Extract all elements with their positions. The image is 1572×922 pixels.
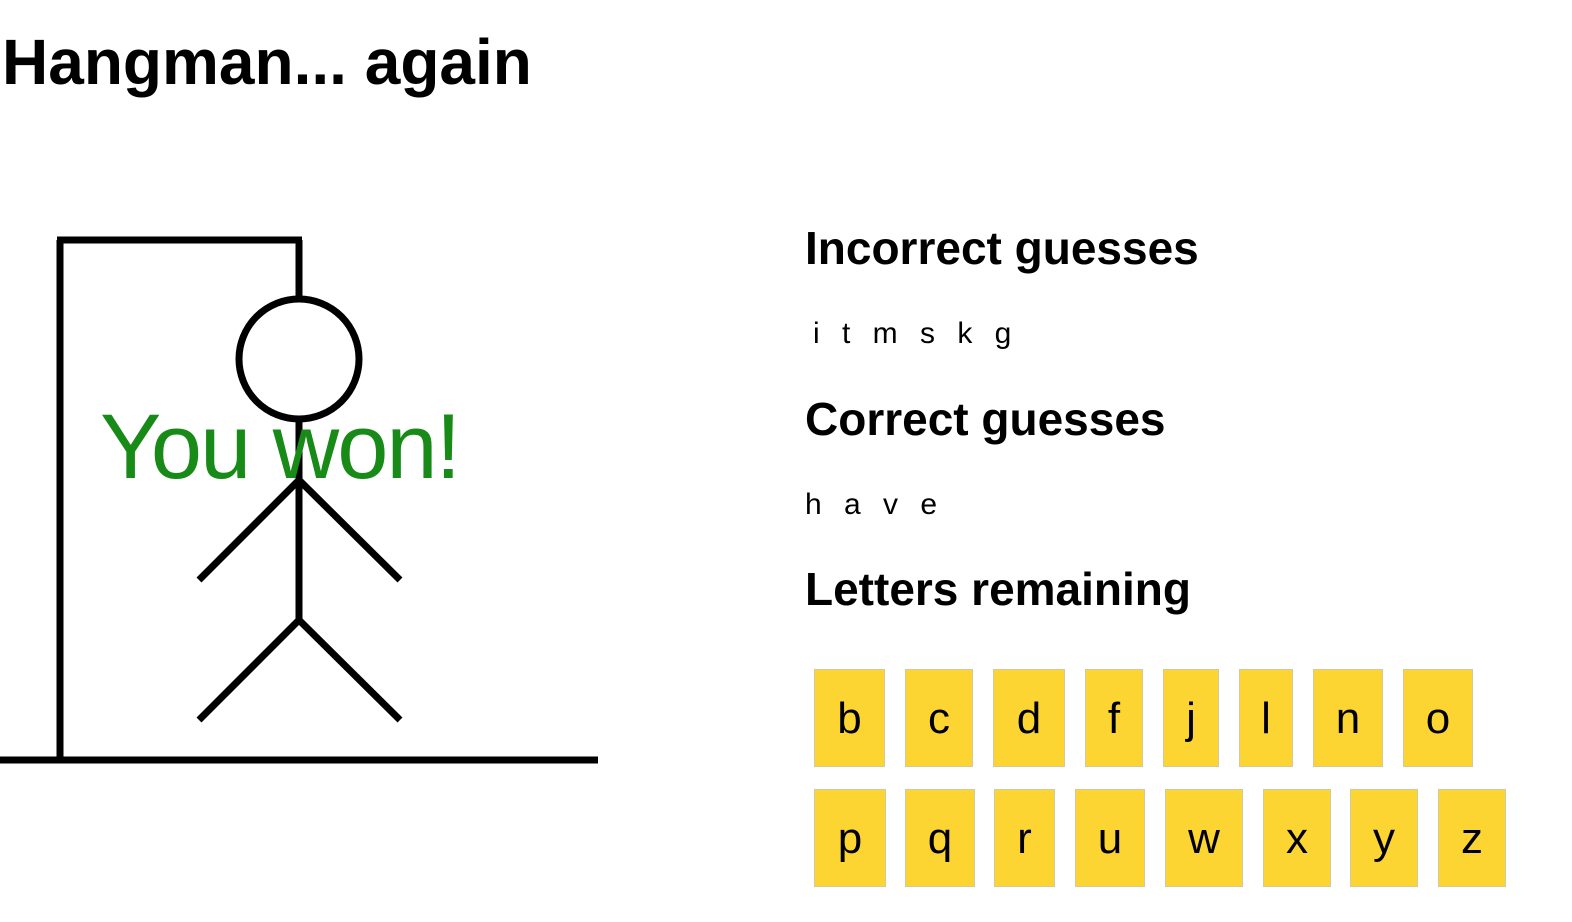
letter-button[interactable]: y — [1350, 789, 1418, 887]
correct-guesses-list: h a v e — [805, 488, 945, 521]
letter-button[interactable]: b — [814, 669, 885, 767]
stick-figure-icon — [196, 295, 403, 723]
correct-guesses-heading: Correct guesses — [805, 393, 1166, 445]
incorrect-guesses-list: i t m s k g — [813, 317, 1019, 350]
letter-button[interactable]: z — [1438, 789, 1506, 887]
letter-button[interactable]: l — [1239, 669, 1293, 767]
hangman-drawing — [0, 230, 610, 775]
letter-button[interactable]: x — [1263, 789, 1331, 887]
letter-button[interactable]: c — [905, 669, 973, 767]
letter-button[interactable]: n — [1313, 669, 1383, 767]
letters-remaining-grid: b c d f j l n o p q r u w x y z — [805, 660, 1545, 900]
letter-button[interactable]: d — [993, 669, 1065, 767]
letter-button[interactable]: f — [1085, 669, 1143, 767]
page-title: Hangman... again — [2, 26, 532, 98]
figure-right-leg — [296, 617, 403, 723]
letter-button[interactable]: w — [1165, 789, 1243, 887]
letter-button[interactable]: j — [1163, 669, 1219, 767]
letter-button[interactable]: r — [994, 789, 1055, 887]
win-message: You won! — [100, 396, 461, 498]
letter-button[interactable]: q — [905, 789, 975, 887]
letter-button[interactable]: u — [1075, 789, 1145, 887]
letters-remaining-heading: Letters remaining — [805, 563, 1191, 615]
figure-left-leg — [196, 617, 302, 723]
letter-button[interactable]: p — [814, 789, 886, 887]
incorrect-guesses-heading: Incorrect guesses — [805, 222, 1199, 274]
gallows-icon — [0, 236, 598, 764]
letter-button[interactable]: o — [1403, 669, 1473, 767]
